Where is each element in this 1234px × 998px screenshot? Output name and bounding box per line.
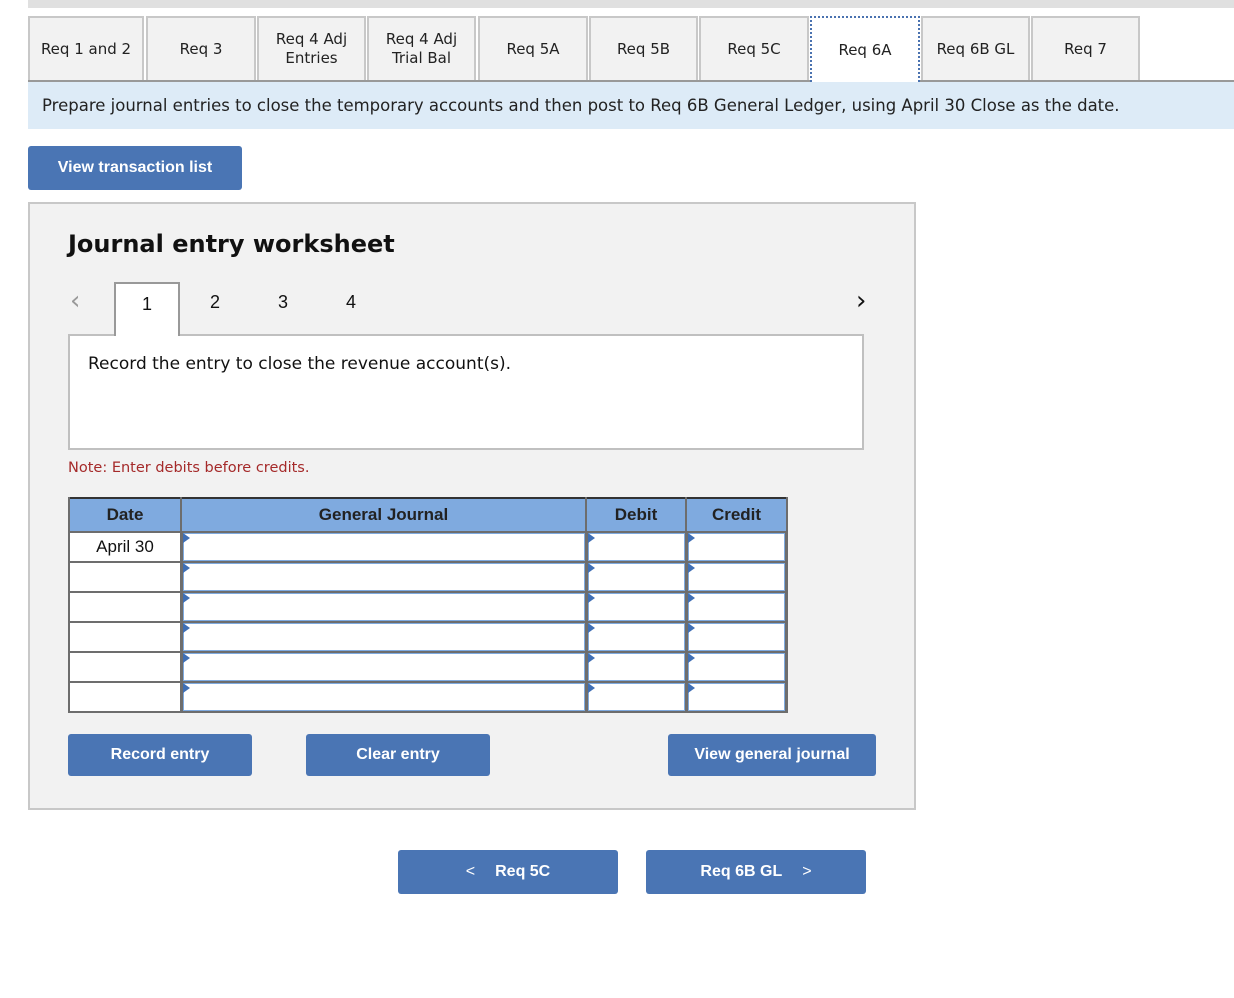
header-debit: Debit [587,497,685,531]
account-input[interactable] [183,593,585,621]
prev-req-button[interactable]: < Req 5C [398,850,618,894]
date-cell [70,683,180,711]
prev-req-label: Req 5C [495,863,551,880]
chevron-right-icon[interactable]: › [856,286,866,316]
date-cell [70,563,180,591]
chevron-left-icon: < [465,863,476,880]
tab-req-3[interactable]: Req 3 [146,16,256,80]
view-transaction-list-button[interactable]: View transaction list [28,146,242,190]
clear-entry-button[interactable]: Clear entry [306,734,490,776]
tab-req-5c[interactable]: Req 5C [699,16,809,80]
view-general-journal-button[interactable]: View general journal [668,734,876,776]
credit-input[interactable] [688,623,785,651]
top-bar [28,0,1234,8]
credit-input[interactable] [688,533,785,561]
date-cell [70,623,180,651]
account-input[interactable] [183,683,585,711]
requirement-tabs: Req 1 and 2 Req 3 Req 4 Adj Entries Req … [28,16,1234,82]
tab-req-6a[interactable]: Req 6A [810,16,920,82]
chevron-right-icon: > [802,863,812,880]
chevron-left-icon[interactable]: ‹ [70,286,80,316]
tab-req-4-adj-trial-bal[interactable]: Req 4 Adj Trial Bal [367,16,476,80]
debit-input[interactable] [588,623,685,651]
date-cell: April 30 [70,533,180,561]
worksheet-page-2[interactable]: 2 [182,282,248,334]
next-req-label: Req 6B GL [700,863,783,880]
debit-input[interactable] [588,593,685,621]
entry-description: Record the entry to close the revenue ac… [68,334,864,450]
account-input[interactable] [183,563,585,591]
date-cell [70,653,180,681]
tab-req-5b[interactable]: Req 5B [589,16,698,80]
credit-input[interactable] [688,653,785,681]
account-input[interactable] [183,623,585,651]
debit-credit-note: Note: Enter debits before credits. [68,460,310,476]
entry-description-text: Record the entry to close the revenue ac… [88,354,512,374]
header-general-journal: General Journal [182,497,585,531]
credit-input[interactable] [688,563,785,591]
worksheet-page-4[interactable]: 4 [318,282,384,334]
worksheet-page-1[interactable]: 1 [114,282,180,336]
tab-req-4-adj-entries[interactable]: Req 4 Adj Entries [257,16,366,80]
tab-req-1-and-2[interactable]: Req 1 and 2 [28,16,144,80]
header-date: Date [70,497,180,531]
worksheet-page-3[interactable]: 3 [250,282,316,334]
worksheet-title: Journal entry worksheet [68,230,395,258]
credit-input[interactable] [688,593,785,621]
debit-input[interactable] [588,683,685,711]
record-entry-button[interactable]: Record entry [68,734,252,776]
tab-req-6b-gl[interactable]: Req 6B GL [921,16,1030,80]
date-cell [70,593,180,621]
debit-input[interactable] [588,653,685,681]
debit-input[interactable] [588,533,685,561]
next-req-button[interactable]: Req 6B GL > [646,850,866,894]
header-credit: Credit [687,497,786,531]
tab-req-7[interactable]: Req 7 [1031,16,1140,80]
instruction-text: Prepare journal entries to close the tem… [42,96,1120,115]
debit-input[interactable] [588,563,685,591]
instruction-banner: Prepare journal entries to close the tem… [28,82,1234,129]
journal-entry-worksheet: Journal entry worksheet ‹ 1 2 3 4 › Reco… [28,202,916,810]
account-input[interactable] [183,653,585,681]
account-input[interactable] [183,533,585,561]
credit-input[interactable] [688,683,785,711]
tab-req-5a[interactable]: Req 5A [478,16,588,80]
journal-table: Date General Journal Debit Credit April … [68,497,788,713]
